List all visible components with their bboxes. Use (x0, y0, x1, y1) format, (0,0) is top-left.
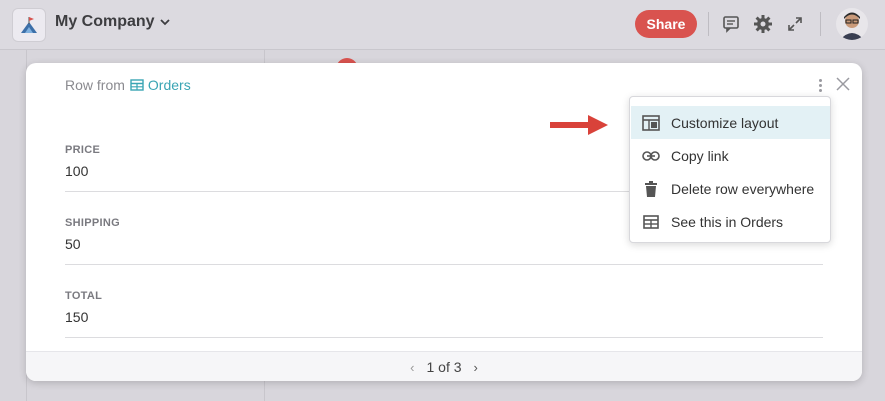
menu-item-label: Delete row everywhere (671, 180, 815, 197)
chevron-down-icon (159, 19, 170, 26)
share-button[interactable]: Share (635, 10, 697, 38)
field-label: SHIPPING (65, 217, 120, 229)
divider (820, 12, 821, 36)
top-bar: My Company Share (0, 0, 885, 50)
company-name: My Company (55, 13, 155, 30)
field-value[interactable]: 100 (65, 163, 88, 179)
menu-item-customize-layout[interactable]: Customize layout (631, 106, 830, 139)
logo-icon (21, 17, 37, 33)
comment-icon[interactable] (720, 13, 742, 35)
row-from-label: Row from (65, 77, 125, 93)
row-source: Row from Orders (65, 77, 191, 93)
next-page-icon[interactable]: › (474, 360, 478, 375)
layout-icon (631, 114, 671, 131)
table-link[interactable]: Orders (130, 77, 191, 93)
close-icon[interactable] (834, 75, 852, 93)
link-icon (631, 150, 671, 162)
card-footer: ‹ 1 of 3 › (26, 351, 862, 381)
table-name: Orders (147, 77, 191, 93)
gear-icon[interactable] (752, 13, 774, 35)
table-icon (130, 79, 144, 91)
field-total: TOTAL 150 (65, 290, 823, 338)
field-label: PRICE (65, 144, 101, 156)
menu-item-label: Customize layout (671, 114, 779, 131)
field-value[interactable]: 150 (65, 309, 88, 325)
avatar[interactable] (836, 8, 868, 40)
menu-item-label: See this in Orders (671, 213, 784, 230)
row-options-menu: Customize layout Copy link Delete row ev… (629, 96, 831, 243)
divider (708, 12, 709, 36)
trash-icon (631, 180, 671, 197)
menu-item-copy-link[interactable]: Copy link (631, 139, 830, 172)
menu-item-label: Copy link (671, 147, 729, 164)
expand-icon[interactable] (784, 13, 806, 35)
company-selector[interactable]: My Company (55, 13, 171, 31)
menu-item-see-in-orders[interactable]: See this in Orders (631, 205, 830, 238)
page-indicator: 1 of 3 (426, 359, 462, 375)
field-value[interactable]: 50 (65, 236, 81, 252)
field-label: TOTAL (65, 290, 103, 302)
table-icon (631, 214, 671, 229)
app-logo[interactable] (12, 8, 46, 42)
more-options-icon[interactable] (814, 75, 826, 95)
pager: ‹ 1 of 3 › (26, 352, 862, 381)
menu-item-delete-row[interactable]: Delete row everywhere (631, 172, 830, 205)
annotation-arrow-icon (550, 115, 608, 135)
prev-page-icon[interactable]: ‹ (410, 360, 414, 375)
